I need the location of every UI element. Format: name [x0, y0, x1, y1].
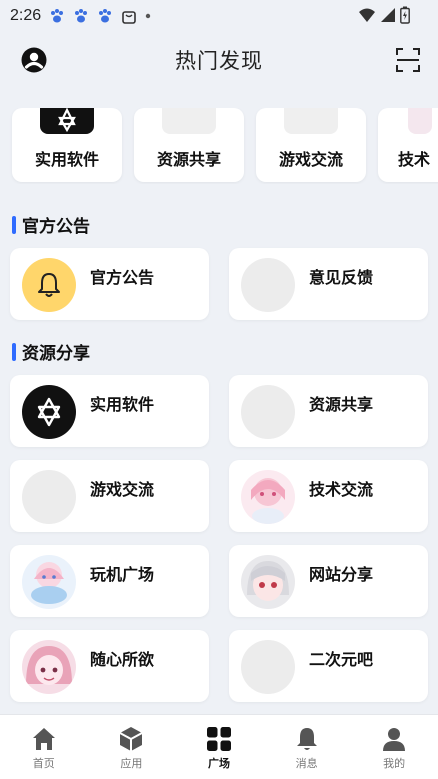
- category-carousel[interactable]: 实用软件 资源共享 游戏交流 技术: [0, 108, 438, 184]
- nav-item-home[interactable]: 首页: [0, 715, 88, 779]
- forum-thumb-placeholder: [22, 470, 76, 524]
- nav-label: 广场: [207, 757, 230, 770]
- forum-thumb-placeholder: [241, 258, 295, 312]
- anime-avatar-image: [408, 108, 432, 134]
- anime-avatar-image: [241, 470, 295, 524]
- forum-card[interactable]: 资源共享: [229, 375, 428, 447]
- forum-card-label: 实用软件: [90, 395, 155, 414]
- account-icon[interactable]: [20, 46, 48, 74]
- forum-card-label: 二次元吧: [309, 650, 374, 669]
- forum-card[interactable]: 随心所欲: [10, 630, 209, 702]
- forum-card-label: 官方公告: [90, 268, 155, 287]
- signal-icon: [381, 8, 395, 22]
- category-label: 游戏交流: [278, 150, 343, 169]
- nav-item-square[interactable]: 广场: [175, 715, 263, 779]
- person-icon: [383, 728, 406, 751]
- category-image-placeholder: [162, 108, 216, 134]
- home-icon: [32, 728, 55, 750]
- grid-icon: [206, 727, 231, 751]
- forum-card-label: 网站分享: [309, 565, 374, 584]
- section-title-text: 官方公告: [22, 217, 90, 237]
- forum-card-label: 意见反馈: [309, 268, 374, 287]
- page-title: 热门发现: [175, 49, 263, 73]
- paw-icon: [99, 9, 112, 23]
- forum-card-label: 游戏交流: [90, 480, 155, 499]
- forum-card[interactable]: 游戏交流: [10, 460, 209, 532]
- section-title-text: 资源分享: [22, 344, 90, 364]
- category-card[interactable]: 游戏交流: [256, 108, 366, 182]
- bell-icon: [22, 258, 76, 312]
- category-card[interactable]: 资源共享: [134, 108, 244, 182]
- top-app-bar: 热门发现: [0, 32, 438, 88]
- forum-card-label: 资源共享: [309, 395, 374, 414]
- status-time: 2:26: [10, 7, 42, 24]
- forum-card[interactable]: 网站分享: [229, 545, 428, 617]
- nav-label: 我的: [383, 757, 406, 770]
- bell-icon: [296, 728, 317, 750]
- forum-thumb-placeholder: [241, 385, 295, 439]
- notification-icons: [49, 8, 151, 24]
- forum-card[interactable]: 技术交流: [229, 460, 428, 532]
- battery-icon: [400, 6, 410, 24]
- paw-icon: [51, 9, 64, 23]
- forum-card[interactable]: 官方公告: [10, 248, 209, 320]
- section-accent-bar: [12, 342, 16, 361]
- box-icon: [119, 727, 143, 751]
- nav-item-profile[interactable]: 我的: [350, 715, 438, 779]
- forum-card[interactable]: 意见反馈: [229, 248, 428, 320]
- forum-card[interactable]: 实用软件: [10, 375, 209, 447]
- nav-item-apps[interactable]: 应用: [88, 715, 176, 779]
- wifi-icon: [359, 8, 375, 22]
- category-label: 资源共享: [156, 150, 221, 169]
- app-logo: [40, 108, 94, 134]
- category-card[interactable]: 实用软件: [12, 108, 122, 182]
- nav-item-messages[interactable]: 消息: [263, 715, 351, 779]
- forum-card-label: 随心所欲: [90, 650, 155, 669]
- star-logo-icon: [58, 108, 76, 133]
- nav-label: 消息: [295, 757, 318, 770]
- anime-avatar-image: [22, 640, 76, 694]
- scan-icon[interactable]: [394, 46, 422, 74]
- shopping-bag-icon: [122, 11, 136, 24]
- forum-card-label: 技术交流: [309, 480, 374, 499]
- category-label: 实用软件: [34, 150, 99, 169]
- system-icons: [358, 6, 410, 24]
- nav-label: 首页: [32, 757, 55, 770]
- category-card[interactable]: 技术: [378, 108, 438, 182]
- category-label: 技术: [398, 150, 431, 169]
- dot-icon: [145, 13, 151, 19]
- section-accent-bar: [12, 215, 16, 234]
- status-bar: 2:26: [0, 0, 438, 32]
- anime-avatar-image: [22, 555, 76, 609]
- section-title-resources: 资源分享: [12, 339, 90, 364]
- section-title-announcements: 官方公告: [12, 212, 90, 237]
- forum-card[interactable]: 二次元吧: [229, 630, 428, 702]
- forum-thumb-placeholder: [241, 640, 295, 694]
- bottom-navigation: 首页 应用 广场 消息 我的: [0, 714, 438, 779]
- star-logo-icon: [22, 385, 76, 439]
- category-image-placeholder: [284, 108, 338, 134]
- nav-label: 应用: [120, 757, 143, 770]
- forum-card-label: 玩机广场: [90, 565, 155, 584]
- anime-avatar-image: [241, 555, 295, 609]
- forum-card[interactable]: 玩机广场: [10, 545, 209, 617]
- paw-icon: [75, 9, 88, 23]
